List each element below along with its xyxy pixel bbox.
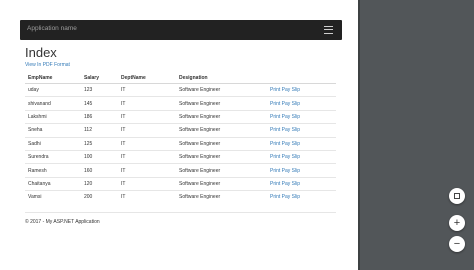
dept-cell: IT: [118, 123, 176, 138]
dept-cell: IT: [118, 136, 176, 151]
salary-cell: 200: [81, 190, 118, 204]
designation-cell: Software Engineer: [176, 123, 267, 138]
header-designation: Designation: [176, 72, 267, 84]
fit-to-page-icon: [454, 193, 460, 199]
header-empname: EmpName: [25, 72, 81, 84]
table-row: shivanand 145 IT Software Engineer Print Pay…: [25, 96, 336, 111]
table-row: Sneha 112 IT Software Engineer Print Pay Sli…: [25, 123, 336, 138]
dept-cell: IT: [118, 190, 176, 204]
print-pay-slip-link[interactable]: Print Pay Slip: [267, 136, 336, 151]
print-pay-slip-link[interactable]: Print Pay Slip: [267, 149, 336, 164]
print-pay-slip-link[interactable]: Print Pay Slip: [267, 82, 336, 97]
emp-name-cell: shivanand: [25, 96, 81, 111]
emp-name-cell: Sneha: [25, 123, 81, 138]
table-row: Ramesh 160 IT Software Engineer Print Pay Sl…: [25, 163, 336, 178]
emp-name-cell: Lakshmi: [25, 109, 81, 124]
table-header-row: EmpName Salary DeptName Designation: [25, 72, 336, 84]
print-pay-slip-link[interactable]: Print Pay Slip: [267, 163, 336, 178]
salary-cell: 123: [81, 82, 118, 97]
print-pay-slip-link[interactable]: Print Pay Slip: [267, 109, 336, 124]
designation-cell: Software Engineer: [176, 190, 267, 204]
designation-cell: Software Engineer: [176, 163, 267, 178]
dept-cell: IT: [118, 176, 176, 191]
salary-cell: 100: [81, 149, 118, 164]
emp-name-cell: Chaitanya: [25, 176, 81, 191]
salary-cell: 160: [81, 163, 118, 178]
print-pay-slip-link[interactable]: Print Pay Slip: [267, 96, 336, 111]
table-row: Chaitanya 120 IT Software Engineer Print Pay…: [25, 176, 336, 191]
zoom-in-button[interactable]: +: [449, 215, 465, 231]
dept-cell: IT: [118, 163, 176, 178]
designation-cell: Software Engineer: [176, 82, 267, 97]
page-title: Index: [25, 45, 57, 60]
emp-name-cell: Vamsi: [25, 190, 81, 204]
page-edge: [358, 0, 360, 270]
table-row: Sadhi 125 IT Software Engineer Print Pay Sli…: [25, 136, 336, 151]
zoom-out-button[interactable]: −: [449, 236, 465, 252]
print-pay-slip-link[interactable]: Print Pay Slip: [267, 176, 336, 191]
pdf-page: Application name Index View In PDF Forma…: [0, 0, 358, 270]
footer-divider: [25, 212, 336, 213]
emp-name-cell: Surendra: [25, 149, 81, 164]
emp-name-cell: Sadhi: [25, 136, 81, 151]
emp-name-cell: Ramesh: [25, 163, 81, 178]
designation-cell: Software Engineer: [176, 149, 267, 164]
salary-cell: 120: [81, 176, 118, 191]
dept-cell: IT: [118, 82, 176, 97]
menu-icon[interactable]: [324, 26, 333, 34]
table-row: Surendra 100 IT Software Engineer Print Pay …: [25, 149, 336, 164]
salary-cell: 125: [81, 136, 118, 151]
table-row: uday 123 IT Software Engineer Print Pay Slip: [25, 82, 336, 97]
footer-text: © 2017 - My ASP.NET Application: [25, 219, 100, 225]
header-action: [267, 72, 336, 84]
print-pay-slip-link[interactable]: Print Pay Slip: [267, 190, 336, 204]
view-pdf-link[interactable]: View In PDF Format: [25, 62, 70, 68]
designation-cell: Software Engineer: [176, 136, 267, 151]
salary-cell: 112: [81, 123, 118, 138]
dept-cell: IT: [118, 96, 176, 111]
employee-table: EmpName Salary DeptName Designation uday…: [25, 72, 336, 204]
table-row: Lakshmi 186 IT Software Engineer Print Pay S…: [25, 109, 336, 124]
fit-to-page-button[interactable]: [449, 188, 465, 204]
header-salary: Salary: [81, 72, 118, 84]
emp-name-cell: uday: [25, 82, 81, 97]
designation-cell: Software Engineer: [176, 109, 267, 124]
salary-cell: 145: [81, 96, 118, 111]
table-row: Vamsi 200 IT Software Engineer Print Pay Sli…: [25, 190, 336, 204]
print-pay-slip-link[interactable]: Print Pay Slip: [267, 123, 336, 138]
header-deptname: DeptName: [118, 72, 176, 84]
app-brand-link[interactable]: Application name: [27, 25, 77, 32]
navbar: Application name: [20, 20, 342, 40]
designation-cell: Software Engineer: [176, 176, 267, 191]
salary-cell: 186: [81, 109, 118, 124]
designation-cell: Software Engineer: [176, 96, 267, 111]
dept-cell: IT: [118, 109, 176, 124]
dept-cell: IT: [118, 149, 176, 164]
